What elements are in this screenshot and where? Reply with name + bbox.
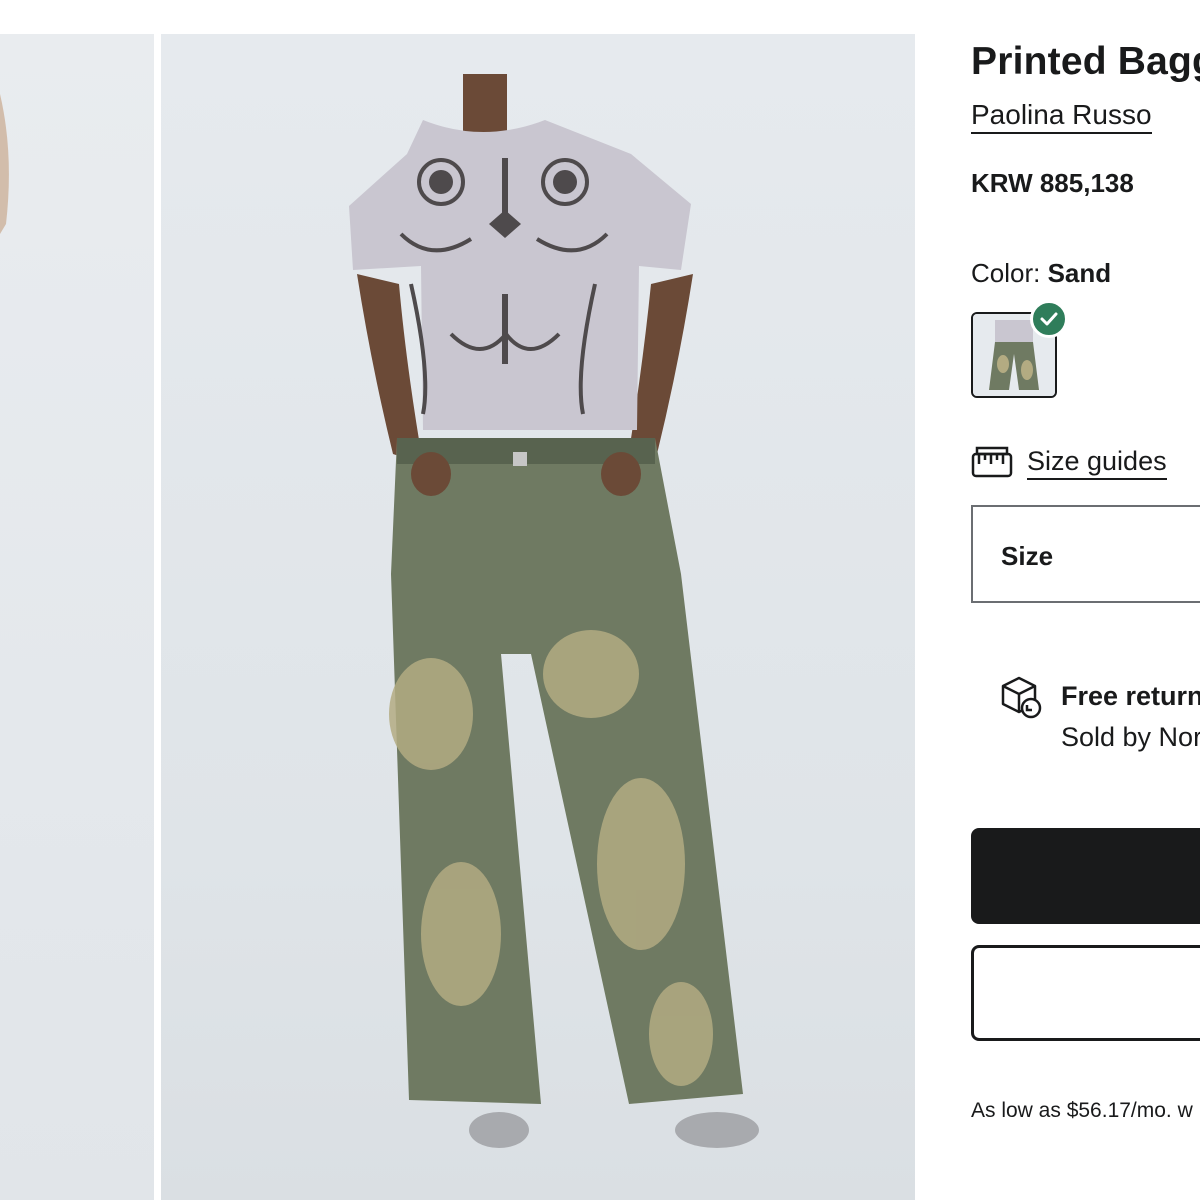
box-return-icon (1001, 676, 1042, 719)
model-illustration (349, 74, 759, 1148)
free-returns-title: Free returns (1061, 681, 1200, 711)
financing-text: As low as $56.17/mo. w (971, 1099, 1193, 1122)
size-dropdown[interactable]: Size (971, 505, 1200, 603)
product-details-panel: Printed Bagg Paolina Russo KRW 885,138 C… (971, 0, 1200, 1200)
brand-link[interactable]: Paolina Russo (971, 100, 1152, 134)
product-photo-main[interactable] (161, 34, 915, 1200)
selected-color-name: Sand (1047, 258, 1112, 288)
selected-check-icon (1030, 300, 1068, 338)
secondary-action-button[interactable] (971, 945, 1200, 1041)
add-to-bag-button[interactable] (971, 828, 1200, 924)
color-label-prefix: Color: (971, 258, 1048, 288)
size-dropdown-label: Size (1001, 541, 1054, 571)
product-title: Printed Bagg (971, 40, 1200, 83)
sold-by-text: Sold by Nor (1061, 722, 1200, 752)
product-photo-previous[interactable] (0, 34, 154, 1200)
color-label: Color: Sand (971, 258, 1111, 289)
product-gallery (0, 0, 930, 1200)
product-price: KRW 885,138 (971, 168, 1134, 198)
ruler-icon (971, 446, 1013, 478)
size-guides-label: Size guides (1027, 446, 1167, 480)
